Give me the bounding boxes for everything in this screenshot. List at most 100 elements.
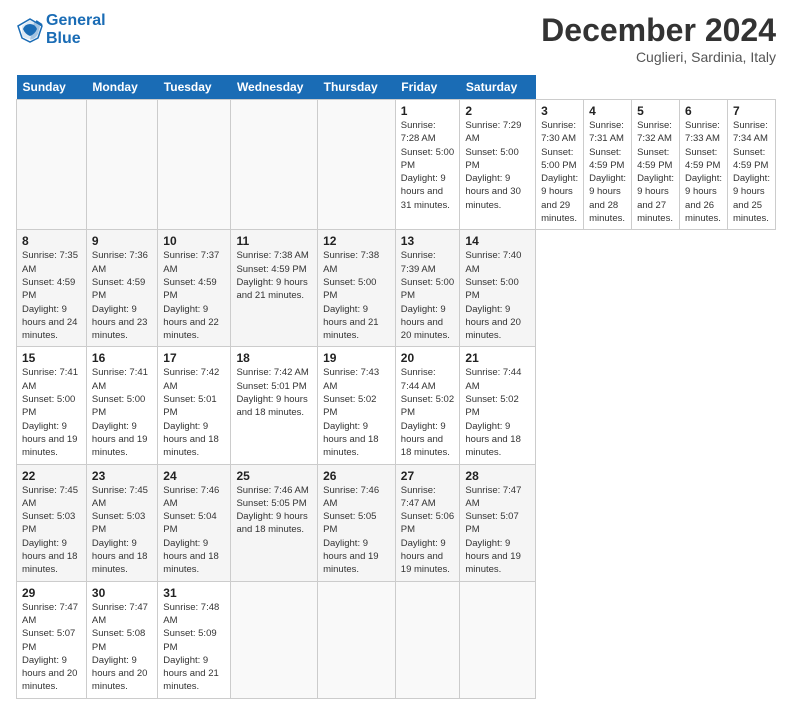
day-header-friday: Friday	[395, 75, 460, 100]
calendar-cell	[231, 581, 318, 698]
day-number: 5	[637, 104, 674, 118]
day-header-sunday: Sunday	[17, 75, 87, 100]
day-number: 26	[323, 469, 390, 483]
calendar-cell: 12Sunrise: 7:38 AMSunset: 5:00 PMDayligh…	[318, 230, 396, 347]
day-info: Sunrise: 7:39 AMSunset: 5:00 PMDaylight:…	[401, 249, 455, 342]
calendar-cell: 1Sunrise: 7:28 AMSunset: 5:00 PMDaylight…	[395, 100, 460, 230]
day-info: Sunrise: 7:43 AMSunset: 5:02 PMDaylight:…	[323, 366, 390, 459]
calendar-cell	[158, 100, 231, 230]
calendar-cell: 4Sunrise: 7:31 AMSunset: 4:59 PMDaylight…	[584, 100, 632, 230]
header: General Blue December 2024 Cuglieri, Sar…	[16, 12, 776, 65]
calendar-cell	[231, 100, 318, 230]
day-info: Sunrise: 7:35 AMSunset: 4:59 PMDaylight:…	[22, 249, 81, 342]
calendar-cell: 20Sunrise: 7:44 AMSunset: 5:02 PMDayligh…	[395, 347, 460, 464]
calendar-week-1: 8Sunrise: 7:35 AMSunset: 4:59 PMDaylight…	[17, 230, 776, 347]
day-info: Sunrise: 7:47 AMSunset: 5:07 PMDaylight:…	[22, 601, 81, 694]
day-number: 25	[236, 469, 312, 483]
day-number: 4	[589, 104, 626, 118]
day-info: Sunrise: 7:45 AMSunset: 5:03 PMDaylight:…	[22, 484, 81, 577]
day-number: 18	[236, 351, 312, 365]
day-info: Sunrise: 7:46 AMSunset: 5:04 PMDaylight:…	[163, 484, 225, 577]
calendar-cell: 8Sunrise: 7:35 AMSunset: 4:59 PMDaylight…	[17, 230, 87, 347]
day-info: Sunrise: 7:44 AMSunset: 5:02 PMDaylight:…	[465, 366, 530, 459]
day-info: Sunrise: 7:42 AMSunset: 5:01 PMDaylight:…	[163, 366, 225, 459]
day-number: 19	[323, 351, 390, 365]
logo-icon	[16, 16, 44, 44]
calendar-cell	[460, 581, 536, 698]
day-number: 23	[92, 469, 152, 483]
calendar-cell: 27Sunrise: 7:47 AMSunset: 5:06 PMDayligh…	[395, 464, 460, 581]
calendar-table: SundayMondayTuesdayWednesdayThursdayFrid…	[16, 75, 776, 699]
logo: General Blue	[16, 12, 106, 47]
day-header-thursday: Thursday	[318, 75, 396, 100]
day-info: Sunrise: 7:46 AMSunset: 5:05 PMDaylight:…	[236, 484, 312, 537]
calendar-week-3: 22Sunrise: 7:45 AMSunset: 5:03 PMDayligh…	[17, 464, 776, 581]
calendar-cell: 19Sunrise: 7:43 AMSunset: 5:02 PMDayligh…	[318, 347, 396, 464]
calendar-cell	[86, 100, 157, 230]
day-info: Sunrise: 7:42 AMSunset: 5:01 PMDaylight:…	[236, 366, 312, 419]
day-info: Sunrise: 7:44 AMSunset: 5:02 PMDaylight:…	[401, 366, 455, 459]
day-number: 6	[685, 104, 722, 118]
day-info: Sunrise: 7:47 AMSunset: 5:06 PMDaylight:…	[401, 484, 455, 577]
calendar-cell: 18Sunrise: 7:42 AMSunset: 5:01 PMDayligh…	[231, 347, 318, 464]
calendar-cell: 13Sunrise: 7:39 AMSunset: 5:00 PMDayligh…	[395, 230, 460, 347]
calendar-cell: 5Sunrise: 7:32 AMSunset: 4:59 PMDaylight…	[632, 100, 680, 230]
logo-blue: Blue	[46, 30, 106, 48]
calendar-cell: 11Sunrise: 7:38 AMSunset: 4:59 PMDayligh…	[231, 230, 318, 347]
day-info: Sunrise: 7:38 AMSunset: 5:00 PMDaylight:…	[323, 249, 390, 342]
day-number: 11	[236, 234, 312, 248]
day-number: 29	[22, 586, 81, 600]
day-header-monday: Monday	[86, 75, 157, 100]
calendar-cell: 29Sunrise: 7:47 AMSunset: 5:07 PMDayligh…	[17, 581, 87, 698]
day-number: 2	[465, 104, 530, 118]
day-number: 1	[401, 104, 455, 118]
day-number: 21	[465, 351, 530, 365]
day-number: 22	[22, 469, 81, 483]
day-info: Sunrise: 7:29 AMSunset: 5:00 PMDaylight:…	[465, 119, 530, 212]
calendar-cell: 17Sunrise: 7:42 AMSunset: 5:01 PMDayligh…	[158, 347, 231, 464]
day-info: Sunrise: 7:38 AMSunset: 4:59 PMDaylight:…	[236, 249, 312, 302]
day-number: 31	[163, 586, 225, 600]
day-info: Sunrise: 7:45 AMSunset: 5:03 PMDaylight:…	[92, 484, 152, 577]
calendar-cell: 3Sunrise: 7:30 AMSunset: 5:00 PMDaylight…	[536, 100, 584, 230]
calendar-cell: 26Sunrise: 7:46 AMSunset: 5:05 PMDayligh…	[318, 464, 396, 581]
day-info: Sunrise: 7:31 AMSunset: 4:59 PMDaylight:…	[589, 119, 626, 225]
calendar-week-0: 1Sunrise: 7:28 AMSunset: 5:00 PMDaylight…	[17, 100, 776, 230]
calendar-cell: 16Sunrise: 7:41 AMSunset: 5:00 PMDayligh…	[86, 347, 157, 464]
day-info: Sunrise: 7:47 AMSunset: 5:07 PMDaylight:…	[465, 484, 530, 577]
day-number: 17	[163, 351, 225, 365]
day-info: Sunrise: 7:41 AMSunset: 5:00 PMDaylight:…	[92, 366, 152, 459]
calendar-cell: 30Sunrise: 7:47 AMSunset: 5:08 PMDayligh…	[86, 581, 157, 698]
calendar-cell: 31Sunrise: 7:48 AMSunset: 5:09 PMDayligh…	[158, 581, 231, 698]
day-number: 24	[163, 469, 225, 483]
calendar-cell: 2Sunrise: 7:29 AMSunset: 5:00 PMDaylight…	[460, 100, 536, 230]
day-number: 9	[92, 234, 152, 248]
day-info: Sunrise: 7:48 AMSunset: 5:09 PMDaylight:…	[163, 601, 225, 694]
calendar-cell: 6Sunrise: 7:33 AMSunset: 4:59 PMDaylight…	[680, 100, 728, 230]
day-number: 8	[22, 234, 81, 248]
day-info: Sunrise: 7:40 AMSunset: 5:00 PMDaylight:…	[465, 249, 530, 342]
day-header-saturday: Saturday	[460, 75, 536, 100]
location-subtitle: Cuglieri, Sardinia, Italy	[541, 49, 776, 65]
day-info: Sunrise: 7:30 AMSunset: 5:00 PMDaylight:…	[541, 119, 578, 225]
calendar-cell: 14Sunrise: 7:40 AMSunset: 5:00 PMDayligh…	[460, 230, 536, 347]
logo-general: General	[46, 12, 106, 30]
calendar-cell: 9Sunrise: 7:36 AMSunset: 4:59 PMDaylight…	[86, 230, 157, 347]
day-number: 28	[465, 469, 530, 483]
calendar-cell	[318, 100, 396, 230]
day-number: 15	[22, 351, 81, 365]
calendar-cell: 7Sunrise: 7:34 AMSunset: 4:59 PMDaylight…	[728, 100, 776, 230]
calendar-cell	[17, 100, 87, 230]
calendar-cell: 15Sunrise: 7:41 AMSunset: 5:00 PMDayligh…	[17, 347, 87, 464]
days-header-row: SundayMondayTuesdayWednesdayThursdayFrid…	[17, 75, 776, 100]
day-number: 14	[465, 234, 530, 248]
day-info: Sunrise: 7:41 AMSunset: 5:00 PMDaylight:…	[22, 366, 81, 459]
day-number: 10	[163, 234, 225, 248]
calendar-cell: 10Sunrise: 7:37 AMSunset: 4:59 PMDayligh…	[158, 230, 231, 347]
day-number: 30	[92, 586, 152, 600]
calendar-cell	[318, 581, 396, 698]
calendar-container: General Blue December 2024 Cuglieri, Sar…	[0, 0, 792, 707]
day-header-wednesday: Wednesday	[231, 75, 318, 100]
day-number: 13	[401, 234, 455, 248]
calendar-week-4: 29Sunrise: 7:47 AMSunset: 5:07 PMDayligh…	[17, 581, 776, 698]
